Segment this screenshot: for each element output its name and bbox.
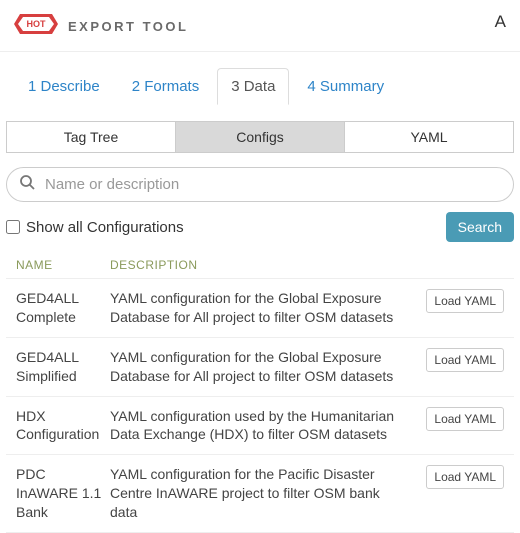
app-header: HOT EXPORT TOOL A bbox=[0, 0, 520, 52]
col-header-name: NAME bbox=[16, 258, 110, 272]
config-description: YAML configuration for the Global Exposu… bbox=[110, 289, 418, 327]
tab-formats[interactable]: 2 Formats bbox=[118, 68, 214, 105]
subtab-configs[interactable]: Configs bbox=[176, 122, 345, 152]
app-title: EXPORT TOOL bbox=[68, 19, 188, 34]
search-box bbox=[6, 167, 514, 202]
wizard-tabs: 1 Describe 2 Formats 3 Data 4 Summary bbox=[0, 52, 520, 105]
brand-logo: HOT EXPORT TOOL bbox=[14, 10, 188, 43]
config-name: PDC InAWARE 1.1 Bank bbox=[16, 465, 110, 522]
showall-label: Show all Configurations bbox=[26, 219, 184, 236]
hot-logo-icon: HOT bbox=[14, 10, 58, 43]
config-description: YAML configuration for the Pacific Disas… bbox=[110, 465, 418, 522]
config-name: GED4ALL Simplified bbox=[16, 348, 110, 386]
load-yaml-button[interactable]: Load YAML bbox=[426, 465, 504, 489]
subtab-yaml[interactable]: YAML bbox=[345, 122, 513, 152]
config-description: YAML configuration used by the Humanitar… bbox=[110, 407, 418, 445]
table-row: HDX Configuration YAML configuration use… bbox=[6, 397, 514, 456]
table-row: GED4ALL Simplified YAML configuration fo… bbox=[6, 338, 514, 397]
search-icon bbox=[19, 174, 35, 195]
load-yaml-button[interactable]: Load YAML bbox=[426, 289, 504, 313]
col-header-action bbox=[418, 258, 504, 272]
table-header: NAME DESCRIPTION bbox=[6, 252, 514, 279]
config-name: HDX Configuration bbox=[16, 407, 110, 445]
data-subtabs: Tag Tree Configs YAML bbox=[6, 121, 514, 153]
table-row: PDC InAWARE 1.1 Bank YAML configuration … bbox=[6, 455, 514, 533]
tab-summary[interactable]: 4 Summary bbox=[293, 68, 398, 105]
tab-describe[interactable]: 1 Describe bbox=[14, 68, 114, 105]
showall-checkbox[interactable] bbox=[6, 220, 20, 234]
tab-data[interactable]: 3 Data bbox=[217, 68, 289, 105]
config-description: YAML configuration for the Global Exposu… bbox=[110, 348, 418, 386]
subtab-tag-tree[interactable]: Tag Tree bbox=[7, 122, 176, 152]
showall-label-wrap[interactable]: Show all Configurations bbox=[6, 219, 184, 236]
config-name: GED4ALL Complete bbox=[16, 289, 110, 327]
search-button[interactable]: Search bbox=[446, 212, 514, 242]
col-header-description: DESCRIPTION bbox=[110, 258, 418, 272]
showall-row: Show all Configurations Search bbox=[6, 212, 514, 242]
load-yaml-button[interactable]: Load YAML bbox=[426, 348, 504, 372]
configs-table: NAME DESCRIPTION GED4ALL Complete YAML c… bbox=[6, 252, 514, 533]
account-menu[interactable]: A bbox=[495, 12, 506, 32]
table-row: GED4ALL Complete YAML configuration for … bbox=[6, 279, 514, 338]
search-wrap bbox=[6, 167, 514, 202]
svg-text:HOT: HOT bbox=[27, 19, 47, 29]
search-input[interactable] bbox=[45, 176, 501, 193]
load-yaml-button[interactable]: Load YAML bbox=[426, 407, 504, 431]
